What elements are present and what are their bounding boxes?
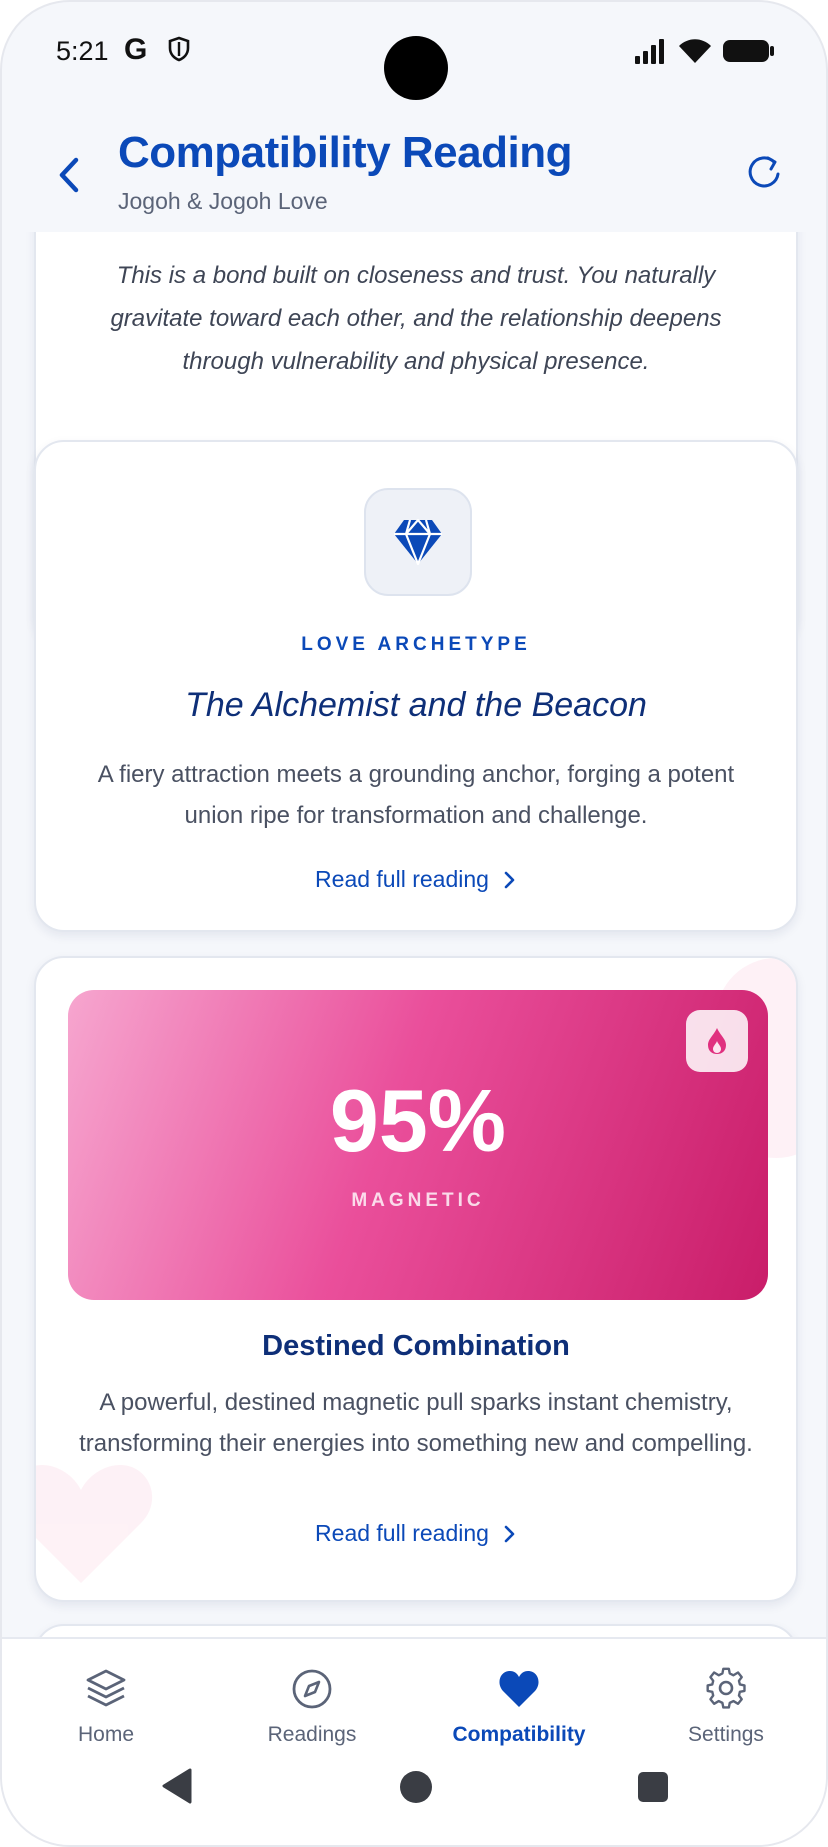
score-title: Destined Combination bbox=[262, 1330, 570, 1362]
chevron-right-icon bbox=[504, 1525, 515, 1542]
score-description: A powerful, destined magnetic pull spark… bbox=[79, 1389, 753, 1457]
shield-icon bbox=[168, 36, 190, 62]
bottom-navigation: Home Readings Compatibility Settings bbox=[2, 1637, 826, 1767]
nav-item-home[interactable]: Home bbox=[16, 1667, 196, 1747]
google-icon: G bbox=[124, 33, 148, 66]
system-home-button[interactable] bbox=[400, 1771, 432, 1803]
camera-cutout bbox=[384, 36, 448, 100]
flame-icon bbox=[708, 1028, 726, 1054]
score-card: 95% MAGNETIC Destined Combination A powe… bbox=[34, 956, 798, 1602]
nav-label-home: Home bbox=[77, 1723, 135, 1746]
page-title: Compatibility Reading bbox=[118, 128, 572, 177]
score-label: MAGNETIC bbox=[351, 1190, 485, 1211]
nav-item-compatibility[interactable]: Compatibility bbox=[429, 1667, 609, 1747]
nav-item-readings[interactable]: Readings bbox=[222, 1667, 402, 1747]
read-link-label: Read full reading bbox=[315, 866, 489, 892]
system-navigation-bar bbox=[2, 1767, 826, 1845]
score-value: 95% bbox=[329, 1071, 507, 1170]
diamond-icon bbox=[394, 518, 442, 566]
status-bar: 5:21 G bbox=[2, 2, 826, 112]
read-link-label: Read full reading bbox=[315, 1520, 489, 1546]
battery-icon bbox=[723, 40, 774, 62]
archetype-kicker: LOVE ARCHETYPE bbox=[301, 634, 531, 655]
intro-text: This is a bond built on closeness and tr… bbox=[110, 262, 722, 375]
back-button[interactable] bbox=[50, 150, 90, 200]
phone-screen: 5:21 G Compatibility Reading Jogoh & Jog… bbox=[0, 0, 828, 1847]
archetype-card: LOVE ARCHETYPE The Alchemist and the Bea… bbox=[34, 440, 798, 932]
system-back-button[interactable] bbox=[160, 1767, 194, 1805]
flame-badge bbox=[686, 1010, 748, 1072]
gear-icon bbox=[706, 1667, 746, 1709]
archetype-icon-box bbox=[364, 488, 472, 596]
archetype-description: A fiery attraction meets a grounding anc… bbox=[97, 761, 735, 829]
nav-label-settings: Settings bbox=[688, 1723, 764, 1746]
nav-item-settings[interactable]: Settings bbox=[636, 1667, 816, 1747]
status-icons bbox=[634, 38, 776, 64]
archetype-read-link[interactable]: Read full reading bbox=[36, 866, 796, 893]
next-card-peek bbox=[34, 1624, 798, 1637]
compass-icon bbox=[292, 1669, 332, 1709]
scroll-content[interactable]: This is a bond built on closeness and tr… bbox=[2, 232, 826, 1637]
system-recents-button[interactable] bbox=[638, 1772, 668, 1802]
wifi-icon bbox=[679, 39, 711, 63]
refresh-button[interactable] bbox=[744, 152, 784, 192]
heart-icon bbox=[499, 1671, 539, 1707]
signal-icon bbox=[635, 39, 664, 64]
score-panel: 95% MAGNETIC bbox=[68, 990, 768, 1300]
layers-icon bbox=[86, 1669, 126, 1707]
score-read-link[interactable]: Read full reading bbox=[36, 1520, 796, 1547]
nav-label-readings: Readings bbox=[267, 1723, 357, 1746]
page-subtitle: Jogoh & Jogoh Love bbox=[118, 188, 328, 214]
app-header: Compatibility Reading Jogoh & Jogoh Love bbox=[2, 112, 826, 232]
nav-label-compatibility: Compatibility bbox=[452, 1723, 586, 1746]
archetype-title: The Alchemist and the Beacon bbox=[185, 686, 647, 724]
chevron-right-icon bbox=[504, 871, 515, 888]
status-time: 5:21 bbox=[56, 36, 109, 66]
